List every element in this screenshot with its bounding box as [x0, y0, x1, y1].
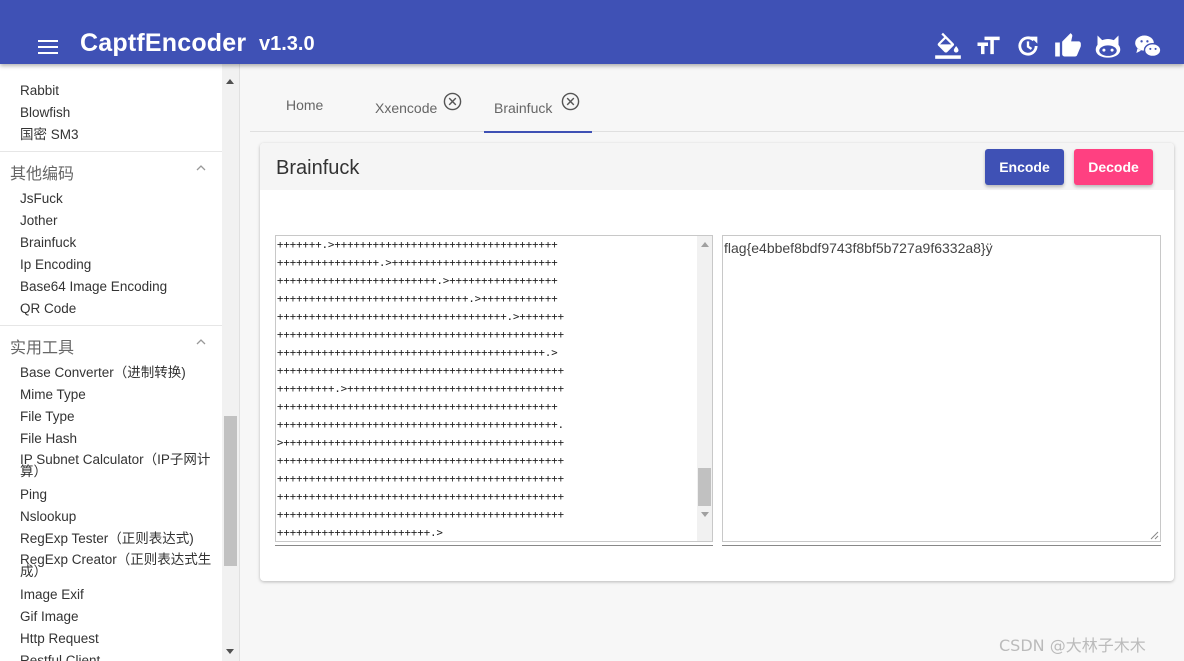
scroll-up-arrow-icon[interactable] [701, 242, 709, 247]
sidebar-item-ip-subnet[interactable]: IP Subnet Calculator（IP子网计算） [20, 453, 212, 479]
scroll-thumb[interactable] [224, 416, 237, 566]
brainfuck-input[interactable]: +++++++.>+++++++++++++++++++++++++++++++… [275, 235, 713, 542]
code-line: +++++++.>+++++++++++++++++++++++++++++++… [277, 239, 558, 251]
sidebar: Rabbit Blowfish 国密 SM3 其他编码 JsFuck Jothe… [0, 64, 240, 661]
scroll-up-arrow-icon[interactable] [226, 79, 234, 84]
input-underline [275, 545, 713, 546]
menu-icon[interactable] [38, 40, 58, 54]
sidebar-item-ip-encoding[interactable]: Ip Encoding [20, 257, 91, 273]
sidebar-item-jsfuck[interactable]: JsFuck [20, 191, 63, 207]
decode-button[interactable]: Decode [1074, 149, 1153, 185]
close-icon[interactable] [561, 92, 580, 111]
code-line: ++++++++++++++++++++++++++++++++++++++++… [277, 455, 565, 467]
section-label: 实用工具 [10, 338, 75, 357]
output-underline [722, 545, 1161, 546]
code-line: ++++++++++++++++++++++++++++++++++++++++… [277, 347, 558, 359]
code-line: ++++++++++++++++++++++++++++++++++++++++… [277, 491, 565, 503]
code-line: +++++++++++++++++++++++++.>+++++++++++++… [277, 275, 558, 287]
sidebar-section-tools[interactable]: 实用工具 [0, 325, 222, 359]
panel-title: Brainfuck [276, 157, 360, 179]
sidebar-item-http-request[interactable]: Http Request [20, 631, 99, 647]
sidebar-item-nslookup[interactable]: Nslookup [20, 509, 76, 525]
chevron-up-icon [196, 339, 206, 345]
sidebar-item-mime-type[interactable]: Mime Type [20, 387, 86, 403]
sidebar-item-brainfuck[interactable]: Brainfuck [20, 235, 76, 251]
code-line: ++++++++++++++++++++++++++++++++++++++++… [277, 419, 565, 431]
watermark: CSDN @大林子木木 [999, 636, 1146, 655]
code-line: ++++++++++++++++++++++++++++++++++++.>++… [277, 311, 565, 323]
tab-home[interactable]: Home [250, 84, 350, 132]
tab-xxencode[interactable]: Xxencode [360, 84, 470, 132]
wechat-icon[interactable] [1134, 32, 1162, 60]
thumbs-up-icon[interactable] [1054, 32, 1082, 60]
chevron-up-icon [196, 165, 206, 171]
tab-label: Brainfuck [494, 100, 553, 116]
app-bar: CaptfEncoder v1.3.0 [0, 0, 1184, 64]
code-line: +++++++++.>+++++++++++++++++++++++++++++… [277, 383, 565, 395]
code-line: ++++++++++++++++++++++++++++++.>++++++++… [277, 293, 558, 305]
sidebar-item-image-exif[interactable]: Image Exif [20, 587, 84, 603]
tab-label: Xxencode [375, 100, 438, 116]
sidebar-item-regexp-creator[interactable]: RegExp Creator（正则表达式生成） [20, 553, 212, 579]
sidebar-item-file-type[interactable]: File Type [20, 409, 75, 425]
section-label: 其他编码 [10, 164, 75, 183]
tab-bar: Home Xxencode Brainfuck [250, 84, 1184, 133]
output-text: flag{e4bbef8bdf9743f8bf5b727a9f6332a8}ÿ [724, 240, 993, 256]
code-line: ++++++++++++++++++++++++++++++++++++++++… [277, 401, 558, 413]
tab-label: Home [286, 97, 324, 113]
scroll-thumb[interactable] [698, 468, 711, 506]
code-line: ++++++++++++++++++++++++++++++++++++++++… [277, 365, 565, 377]
sidebar-item-regexp-tester[interactable]: RegExp Tester（正则表达式) [20, 531, 194, 547]
text-size-icon[interactable] [974, 32, 1002, 60]
sidebar-item-qr-code[interactable]: QR Code [20, 301, 76, 317]
github-icon[interactable] [1094, 32, 1122, 60]
sidebar-item-gif-image[interactable]: Gif Image [20, 609, 79, 625]
brainfuck-panel: Brainfuck Encode Decode +++++++.>+++++++… [260, 143, 1174, 581]
decoded-output[interactable]: flag{e4bbef8bdf9743f8bf5b727a9f6332a8}ÿ [722, 235, 1161, 542]
app-title: CaptfEncoder [80, 29, 247, 57]
code-line: ++++++++++++++++++++++++++++++++++++++++… [277, 509, 565, 521]
code-line: ++++++++++++++++++++++++.> [277, 527, 443, 539]
encode-button[interactable]: Encode [985, 149, 1064, 185]
sidebar-item-restful-client[interactable]: Restful Client [20, 653, 100, 661]
scroll-down-arrow-icon[interactable] [226, 649, 234, 654]
code-line: ++++++++++++++++++++++++++++++++++++++++… [277, 329, 565, 341]
code-line: ++++++++++++++++.>++++++++++++++++++++++… [277, 257, 558, 269]
panel-header: Brainfuck Encode Decode [260, 143, 1174, 190]
app-version: v1.3.0 [259, 33, 315, 55]
code-line: >+++++++++++++++++++++++++++++++++++++++… [277, 437, 565, 449]
tab-brainfuck[interactable]: Brainfuck [484, 84, 592, 133]
sidebar-section-other[interactable]: 其他编码 [0, 151, 222, 185]
sidebar-item-file-hash[interactable]: File Hash [20, 431, 77, 447]
sidebar-item-ping[interactable]: Ping [20, 487, 47, 503]
sidebar-item-base-converter[interactable]: Base Converter（进制转换) [20, 365, 186, 381]
paint-bucket-icon[interactable] [934, 32, 962, 60]
sidebar-item-rabbit[interactable]: Rabbit [20, 83, 59, 99]
close-icon[interactable] [443, 92, 462, 111]
scroll-down-arrow-icon[interactable] [701, 512, 709, 517]
sidebar-item-base64-image[interactable]: Base64 Image Encoding [20, 279, 167, 295]
sidebar-item-sm3[interactable]: 国密 SM3 [20, 127, 79, 143]
brainfuck-code: +++++++.>+++++++++++++++++++++++++++++++… [277, 236, 695, 541]
sidebar-scrollbar[interactable] [222, 64, 239, 661]
sidebar-item-jother[interactable]: Jother [20, 213, 58, 229]
sidebar-item-blowfish[interactable]: Blowfish [20, 105, 70, 121]
resize-grip-icon[interactable] [1150, 531, 1159, 540]
refresh-icon[interactable] [1014, 32, 1042, 60]
input-scrollbar[interactable] [697, 236, 712, 541]
active-tab-indicator [484, 131, 592, 133]
code-line: ++++++++++++++++++++++++++++++++++++++++… [277, 473, 565, 485]
